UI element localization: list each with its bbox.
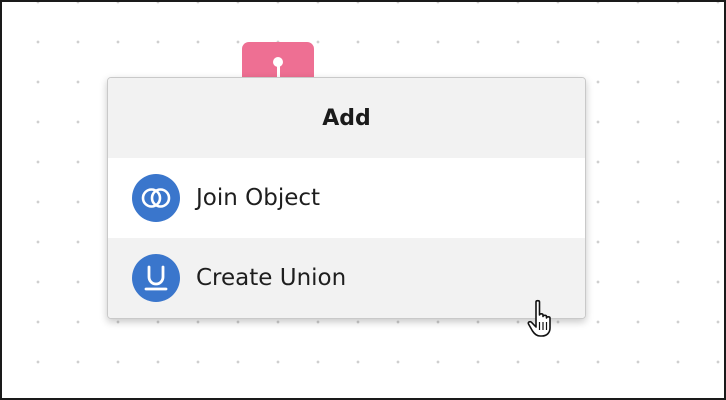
join-icon [132,174,180,222]
menu-title: Add [108,78,585,158]
hand-pointer-cursor-icon [525,298,565,340]
union-icon [132,254,180,302]
add-menu: Add Join Object Create Union [107,77,586,319]
menu-item-label: Create Union [196,265,347,291]
menu-item-create-union[interactable]: Create Union [108,238,585,318]
menu-item-label: Join Object [196,185,321,211]
connector-handle-icon[interactable] [272,57,284,77]
canvas[interactable]: Add Join Object Create Union [0,0,726,400]
menu-item-join-object[interactable]: Join Object [108,158,585,238]
